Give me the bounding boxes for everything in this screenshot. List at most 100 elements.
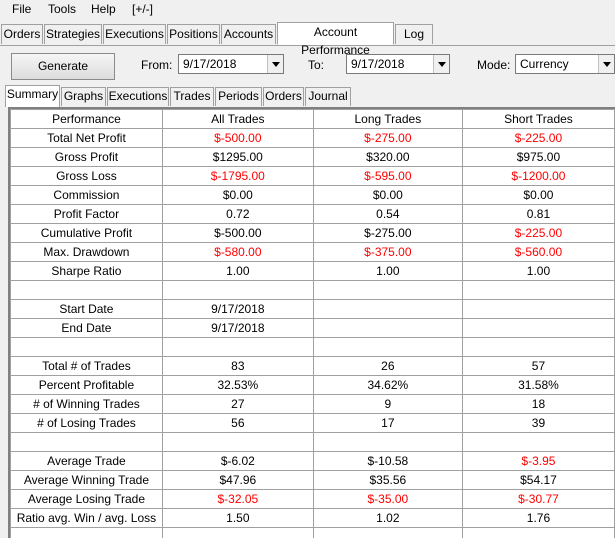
long-trades-value: $-275.00 [312, 128, 463, 148]
long-trades-value [312, 280, 463, 300]
short-trades-value [461, 280, 615, 300]
tab-log[interactable]: Log [395, 24, 433, 44]
table-row: Ratio avg. Win / avg. Loss 1.50 1.02 1.76 [10, 508, 615, 528]
metric-name: Sharpe Ratio [10, 261, 163, 281]
subtab-summary[interactable]: Summary [5, 85, 60, 107]
tab-accounts[interactable]: Accounts [221, 24, 276, 44]
short-trades-value: $0.00 [461, 185, 615, 205]
table-row: Gross Profit $1295.00 $320.00 $975.00 [10, 147, 615, 167]
all-trades-value: 1.50 [161, 508, 314, 528]
table-row: Average Winning Trade $47.96 $35.56 $54.17 [10, 470, 615, 490]
all-trades-value: $-1795.00 [161, 166, 314, 186]
table-row: Total Net Profit $-500.00 $-275.00 $-225.00 [10, 128, 615, 148]
menu-toggle[interactable]: [+/-] [132, 2, 153, 16]
metric-name [10, 280, 163, 300]
table-row: Gross Loss $-1795.00 $-595.00 $-1200.00 [10, 166, 615, 186]
short-trades-value: $-3.95 [461, 451, 615, 471]
all-trades-value: $-580.00 [161, 242, 314, 262]
long-trades-value: $-275.00 [312, 223, 463, 243]
mode-select[interactable]: Currency [515, 54, 615, 74]
to-date-value: 9/17/2018 [351, 57, 405, 71]
menu-file[interactable]: File [12, 2, 31, 16]
all-trades-value: 1.00 [161, 261, 314, 281]
table-row [10, 337, 615, 357]
short-trades-value: $-1200.00 [461, 166, 615, 186]
all-trades-value: 32.53% [161, 375, 314, 395]
long-trades-value: 26 [312, 356, 463, 376]
table-row: Max. Drawdown $-580.00 $-375.00 $-560.00 [10, 242, 615, 262]
subtab-orders[interactable]: Orders [263, 87, 304, 106]
long-trades-value [312, 318, 463, 338]
metric-name [10, 337, 163, 357]
all-trades-value: $-6.02 [161, 451, 314, 471]
short-trades-value: 18 [461, 394, 615, 414]
all-trades-value: 83 [161, 356, 314, 376]
tab-executions[interactable]: Executions [103, 24, 166, 44]
metric-name: Total # of Trades [10, 356, 163, 376]
long-trades-value: $35.56 [312, 470, 463, 490]
short-trades-value [461, 337, 615, 357]
to-date-picker[interactable]: 9/17/2018 [346, 54, 450, 74]
table-row: Commission $0.00 $0.00 $0.00 [10, 185, 615, 205]
toolbar: Generate From: 9/17/2018 To: 9/17/2018 M… [0, 47, 615, 87]
metric-name [10, 432, 163, 452]
from-date-picker[interactable]: 9/17/2018 [178, 54, 284, 74]
metric-name: Average Trade [10, 451, 163, 471]
all-trades-value: 9/17/2018 [161, 299, 314, 319]
long-trades-value: 9 [312, 394, 463, 414]
subtab-periods[interactable]: Periods [215, 87, 262, 106]
all-trades-value: 27 [161, 394, 314, 414]
from-label: From: [141, 58, 173, 72]
metric-name: Commission [10, 185, 163, 205]
subtab-graphs[interactable]: Graphs [61, 87, 106, 106]
table-row: # of Losing Trades 56 17 39 [10, 413, 615, 433]
table-row [10, 527, 615, 538]
header-long-trades: Long Trades [312, 109, 463, 129]
menu-tools[interactable]: Tools [48, 2, 76, 16]
long-trades-value: 0.54 [312, 204, 463, 224]
menu-bar: File Tools Help [+/-] [0, 0, 615, 20]
to-label: To: [308, 58, 325, 72]
subtab-journal[interactable]: Journal [305, 87, 351, 106]
from-date-value: 9/17/2018 [183, 57, 237, 71]
metric-name: Ratio avg. Win / avg. Loss [10, 508, 163, 528]
short-trades-value: 39 [461, 413, 615, 433]
all-trades-value [161, 280, 314, 300]
tab-orders[interactable]: Orders [1, 24, 43, 44]
mode-label: Mode: [477, 58, 511, 72]
menu-help[interactable]: Help [91, 2, 116, 16]
header-all-trades: All Trades [161, 109, 314, 129]
tab-strategies[interactable]: Strategies [44, 24, 102, 44]
metric-name [10, 527, 163, 538]
all-trades-value: $-32.05 [161, 489, 314, 509]
short-trades-value: $-225.00 [461, 223, 615, 243]
header-short-trades: Short Trades [461, 109, 615, 129]
long-trades-value: $-10.58 [312, 451, 463, 471]
long-trades-value: 34.62% [312, 375, 463, 395]
performance-grid[interactable]: Performance All Trades Long Trades Short… [8, 107, 615, 538]
long-trades-value: $0.00 [312, 185, 463, 205]
generate-button[interactable]: Generate [11, 53, 115, 80]
metric-name: # of Winning Trades [10, 394, 163, 414]
all-trades-value: $1295.00 [161, 147, 314, 167]
all-trades-value [161, 337, 314, 357]
tab-account-performance[interactable]: Account Performance [277, 22, 394, 57]
chevron-down-icon[interactable] [267, 55, 283, 73]
table-row: End Date 9/17/2018 [10, 318, 615, 338]
long-trades-value [312, 299, 463, 319]
short-trades-value: $975.00 [461, 147, 615, 167]
subtab-trades[interactable]: Trades [170, 87, 214, 106]
metric-name: Total Net Profit [10, 128, 163, 148]
chevron-down-icon[interactable] [598, 55, 614, 73]
subtab-executions[interactable]: Executions [107, 87, 169, 106]
short-trades-value: 1.76 [461, 508, 615, 528]
long-trades-value: $320.00 [312, 147, 463, 167]
chevron-down-icon[interactable] [433, 55, 449, 73]
metric-name: Cumulative Profit [10, 223, 163, 243]
all-trades-value: $0.00 [161, 185, 314, 205]
tab-positions[interactable]: Positions [167, 24, 220, 44]
short-trades-value: $-560.00 [461, 242, 615, 262]
metric-name: Max. Drawdown [10, 242, 163, 262]
all-trades-value: 56 [161, 413, 314, 433]
metric-name: Start Date [10, 299, 163, 319]
